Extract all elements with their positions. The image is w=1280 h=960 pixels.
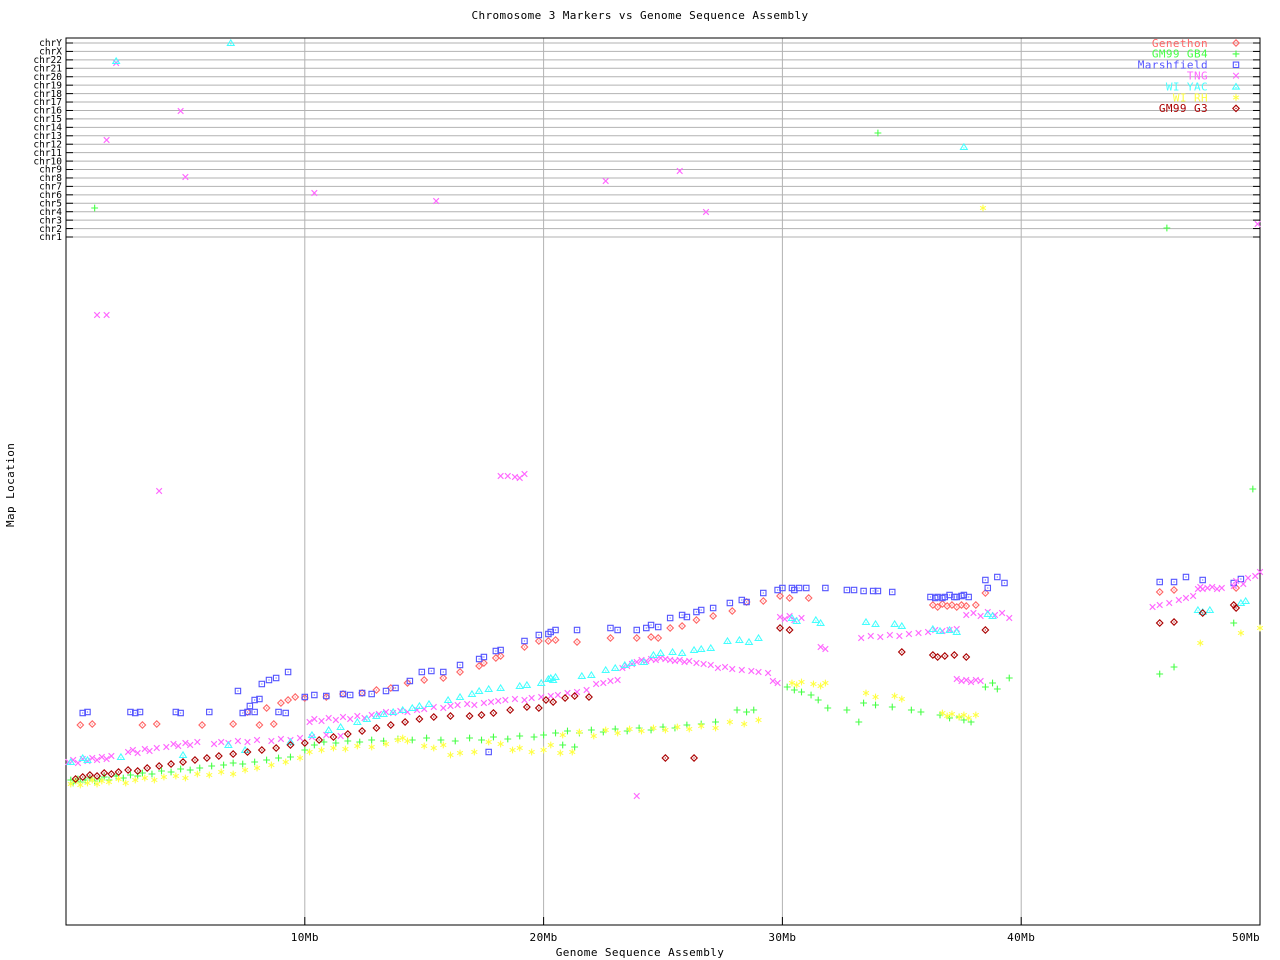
x-tick-10Mb: 10Mb [291, 931, 319, 944]
legend-symbol-tng-icon [1233, 73, 1239, 79]
series-points-wi-yac [67, 40, 1249, 765]
series-points-genethon [77, 585, 1239, 728]
legend-label-gm99-g3: GM99 G3 [1159, 102, 1208, 115]
plot-area: chrYchrXchr22chr21chr20chr19chr18chr17ch… [0, 0, 1280, 960]
series-points-tng [66, 60, 1263, 799]
x-tick-40Mb: 40Mb [1007, 931, 1035, 944]
legend-symbol-wi-rh-icon [1233, 94, 1239, 101]
x-tick-30Mb: 30Mb [768, 931, 796, 944]
x-axis-ticks: 10Mb 20Mb 30Mb 40Mb 50Mb [291, 38, 1260, 944]
plot-border [66, 38, 1260, 925]
chromosome-gridlines [66, 43, 1260, 237]
x-tick-20Mb: 20Mb [530, 931, 558, 944]
legend-symbol-wi-yac-icon [1233, 84, 1240, 90]
genome-plot-page: Chromosome 3 Markers vs Genome Sequence … [0, 0, 1280, 960]
legend-symbol-marshfield-icon [1233, 62, 1238, 67]
x-tick-50Mb: 50Mb [1232, 931, 1260, 944]
series-points-marshfield [80, 574, 1244, 754]
legend: GenethonGM99 GB4MarshfieldTNGWI YACWI RH… [1138, 37, 1240, 115]
y-tick-chr1: chr1 [39, 232, 62, 243]
series-points-wi-rh [68, 205, 1263, 789]
chromosome-labels: chrYchrXchr22chr21chr20chr19chr18chr17ch… [33, 38, 62, 243]
